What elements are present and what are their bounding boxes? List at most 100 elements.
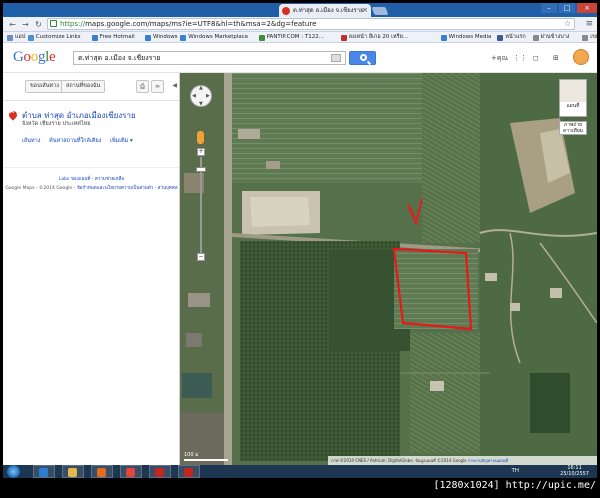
bookmark-star-icon[interactable]: ☆ — [564, 19, 571, 29]
forward-arrow-icon[interactable]: → — [20, 19, 31, 30]
bookmark-label: Windows Marketplace — [188, 34, 249, 40]
print-icon[interactable]: ⎙ — [136, 80, 149, 93]
copyright-line: Google Maps - ©2014 Google - ข้อกำหนดและ… — [3, 184, 180, 191]
ie-icon — [39, 468, 48, 477]
logo-letter: o — [23, 49, 32, 65]
taskbar-app-button[interactable] — [120, 465, 142, 478]
bookmark-item[interactable]: Windows Marketplace — [180, 33, 248, 42]
pan-left-icon[interactable]: ◀ — [192, 93, 196, 99]
keyboard-icon[interactable] — [331, 54, 341, 62]
zoom-in-button[interactable]: + — [197, 148, 205, 156]
google-maps-favicon-icon — [282, 7, 290, 15]
bookmark-item[interactable]: Windows Media — [440, 33, 492, 42]
pan-right-icon[interactable]: ▶ — [206, 93, 210, 99]
bookmark-item[interactable]: หน้าแรก — [497, 33, 526, 42]
clock[interactable]: 16:11 25/10/2557 — [560, 465, 589, 477]
close-window-button[interactable]: × — [577, 3, 597, 13]
chrome-menu-icon[interactable]: ≡ — [585, 19, 593, 29]
taskbar-app-button[interactable] — [149, 465, 171, 478]
bookmark-item[interactable]: ผ่านข้างบาง — [532, 33, 569, 42]
image-footer: [1280x1024] http://upic.me/ — [0, 478, 600, 498]
satellite-map[interactable]: ▲ ▼ ◀ ▶ + − แผนที่ ภาพถ่ายดาวเทียม 100 ม… — [180, 73, 597, 465]
collapse-panel-icon[interactable]: ◀ — [172, 82, 177, 89]
apps-grid-icon[interactable]: ⋮⋮ — [513, 53, 527, 63]
bookmark-label: เขติ้นใหม่ — [590, 34, 597, 40]
labs-help-links[interactable]: Labs ของแผนที่ - ความช่วยเหลือ — [3, 175, 180, 182]
satellite-button[interactable]: ภาพถ่ายดาวเทียม — [559, 121, 587, 135]
bookmark-label: Free Hotmail — [99, 34, 135, 40]
pan-up-icon[interactable]: ▲ — [199, 85, 203, 91]
pan-control[interactable]: ▲ ▼ ◀ ▶ — [190, 85, 212, 107]
bookmark-favicon-icon — [340, 35, 347, 41]
back-arrow-icon[interactable]: ← — [7, 19, 18, 30]
map-type-button[interactable]: แผนที่ — [559, 79, 587, 117]
notifications-icon[interactable]: ◻ — [533, 53, 539, 63]
toolbar: ← → ↻ https://maps.google.com/maps/ms?ie… — [3, 17, 597, 32]
language-indicator[interactable]: TH — [512, 468, 520, 474]
taskbar-app-button[interactable] — [91, 465, 113, 478]
plus-you-link[interactable]: +คุณ — [491, 53, 508, 63]
zoom-slider-handle[interactable] — [196, 167, 206, 172]
scale-bar — [184, 459, 228, 461]
address-bar[interactable]: https://maps.google.com/maps/ms?ie=UTF8&… — [47, 18, 575, 30]
new-tab-button[interactable] — [371, 7, 389, 15]
directions-link[interactable]: เส้นทาง — [22, 138, 40, 144]
bookmark-item[interactable]: Free Hotmail — [91, 33, 135, 42]
satellite-imagery — [180, 73, 597, 465]
taskbar-app-button[interactable] — [33, 465, 55, 478]
bookmark-item[interactable]: PANTIP.COM : T122... — [258, 33, 324, 42]
share-plus-icon[interactable]: ⊞ — [553, 53, 559, 63]
explorer-icon — [68, 468, 77, 477]
route-button[interactable]: ขอบเส้นทาง — [25, 80, 64, 93]
start-button[interactable] — [7, 465, 20, 478]
search-icon — [360, 54, 367, 61]
tab-close-icon[interactable]: × — [362, 4, 368, 17]
place-subtitle: จังหวัด เชียงราย ประเทศไทย — [22, 121, 91, 127]
logo-letter: G — [13, 49, 24, 65]
my-places-button[interactable]: สถานที่ของฉัน — [61, 80, 106, 93]
bookmarks-bar: แอป Customize Links Free Hotmail Windows Win… — [3, 32, 597, 43]
bookmark-item[interactable]: Windows — [145, 33, 178, 42]
minimize-button[interactable]: – — [541, 3, 557, 13]
bookmark-favicon-icon — [497, 35, 504, 41]
search-nearby-link[interactable]: ค้นหาสถานที่ใกล้เคียง — [49, 138, 101, 144]
bookmark-item[interactable]: เขติ้นใหม่ — [582, 33, 597, 42]
map-type-thumbnail — [560, 80, 586, 102]
bookmark-label: Windows Media — [448, 34, 492, 40]
google-logo[interactable]: Google — [13, 49, 56, 66]
report-problem-link[interactable]: รายงานปัญหาบนแผนที่ — [468, 458, 508, 463]
clock-date: 25/10/2557 — [560, 471, 589, 477]
terms-link[interactable]: ข้อกำหนดและนโยบายความเป็นส่วนตัว - ส่วนบ… — [77, 186, 178, 191]
search-button[interactable] — [349, 51, 376, 65]
avatar[interactable] — [573, 49, 589, 65]
zoom-out-button[interactable]: − — [197, 253, 205, 261]
watermark-text: [1280x1024] http://upic.me/ — [433, 480, 596, 491]
bookmark-favicon-icon — [180, 35, 187, 41]
taskbar-app-button[interactable] — [178, 465, 200, 478]
bookmark-item[interactable]: Customize Links — [27, 33, 81, 42]
tab-title: ต.ท่าสุด อ.เมือง จ.เชียงราย — [293, 7, 364, 14]
browser-window: ต.ท่าสุด อ.เมือง จ.เชียงราย × – □ × ← → … — [3, 3, 597, 478]
bookmark-favicon-icon — [145, 35, 151, 41]
search-input[interactable]: ต.ท่าสุด อ.เมือง จ.เชียงราย — [73, 51, 346, 65]
bookmark-favicon-icon — [582, 35, 589, 41]
more-link[interactable]: เพิ่มเติม ▾ — [110, 138, 133, 144]
pegman-icon[interactable] — [197, 131, 204, 144]
bookmark-label: ลงเหน้า ลีเกอ 20 เหรีย... — [348, 34, 409, 40]
bookmark-item[interactable]: ลงเหน้า ลีเกอ 20 เหรีย... — [340, 33, 409, 42]
reload-icon[interactable]: ↻ — [33, 19, 44, 30]
bookmark-favicon-icon — [532, 35, 539, 41]
bookmark-favicon-icon — [7, 35, 13, 41]
marker-letter: A — [10, 109, 14, 115]
bookmark-favicon-icon — [91, 35, 98, 41]
link-icon[interactable]: ∞ — [151, 80, 164, 93]
taskbar-app-button[interactable] — [62, 465, 84, 478]
maximize-button[interactable]: □ — [559, 3, 575, 13]
tab-maps[interactable]: ต.ท่าสุด อ.เมือง จ.เชียงราย × — [279, 4, 371, 17]
pan-down-icon[interactable]: ▼ — [199, 101, 203, 107]
bookmark-item[interactable]: แอป — [7, 33, 25, 42]
google-header: Google ต.ท่าสุด อ.เมือง จ.เชียงราย +คุณ … — [3, 43, 597, 73]
divider — [3, 100, 179, 101]
windows-taskbar: TH 16:11 25/10/2557 — [3, 465, 597, 478]
bookmark-label: Windows — [153, 34, 178, 40]
